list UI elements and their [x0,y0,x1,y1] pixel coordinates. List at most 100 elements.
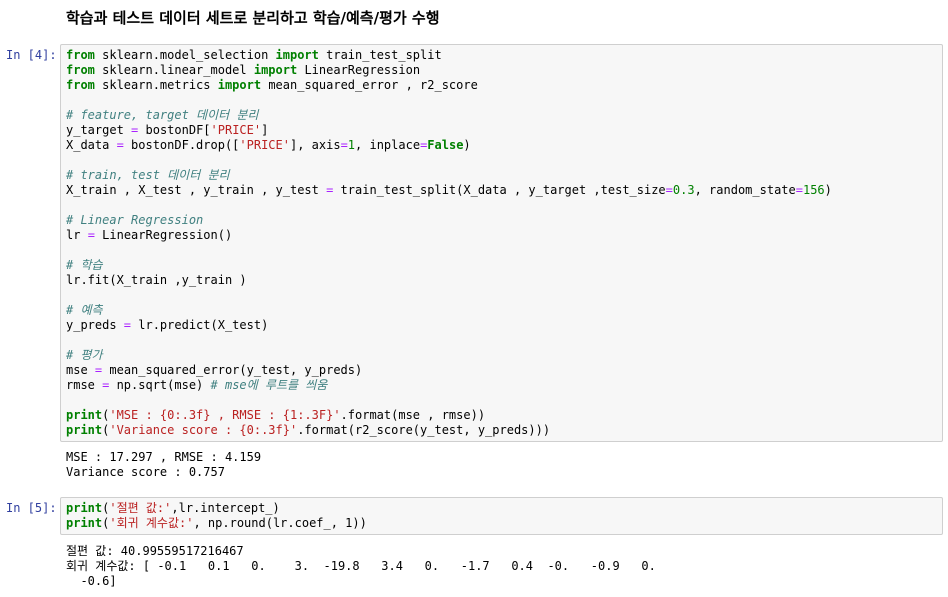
code-line: # train, test 데이터 분리 [66,168,937,183]
code-token: lr [66,228,88,242]
output-line: 절편 값: 40.99559517216467 [66,544,244,558]
code-token: mean_squared_error , r2_score [261,78,478,92]
code-token: from [66,63,95,77]
code-token: # 학습 [66,258,103,272]
code-line: mse = mean_squared_error(y_test, y_preds… [66,363,937,378]
code-token: sklearn.linear_model [94,63,254,77]
code-token: # Linear Regression [66,213,204,227]
code-line: y_preds = lr.predict(X_test) [66,318,937,333]
code-token: X_train , X_test , y_train , y_test [66,183,327,197]
code-token: 1 [347,138,356,152]
code-line: # 평가 [66,348,937,363]
code-line: y_target = bostonDF['PRICE'] [66,123,937,138]
code-token: X_data [66,138,117,152]
code-token: '절편 값:' [109,501,172,515]
code-token: = [340,138,348,152]
code-token: # 평가 [66,348,103,362]
code-line: # 예측 [66,303,937,318]
code-token: mean_squared_error(y_test, y_preds) [102,363,363,377]
code-line: X_data = bostonDF.drop(['PRICE'], axis=1… [66,138,937,153]
code-token: 0.3 [672,183,695,197]
code-token: bostonDF.drop([ [123,138,240,152]
code-token: import [217,78,262,92]
code-token: .format(r2_score(y_test, y_preds))) [297,423,551,437]
code-token: , random_state [694,183,796,197]
code-token: 'PRICE' [239,138,290,152]
code-token: # 예측 [66,303,103,317]
code-line: print('MSE : {0:.3f} , RMSE : {1:.3F}'.f… [66,408,937,423]
code-line: from sklearn.linear_model import LinearR… [66,63,937,78]
output-line: 회귀 계수값: [ -0.1 0.1 0. 3. -19.8 3.4 0. -1… [66,559,656,573]
code-token: ) [463,138,471,152]
code-token: 'Variance score : {0:.3f}' [109,423,298,437]
cell-5-output: 절편 값: 40.99559517216467 회귀 계수값: [ -0.1 0.… [66,544,656,589]
code-token: = [116,138,124,152]
code-token: import [253,63,298,77]
cell-4-output: MSE : 17.297 , RMSE : 4.159 Variance scor… [66,450,261,480]
code-token: rmse [66,378,103,392]
code-token: = [87,228,95,242]
code-line: # feature, target 데이터 분리 [66,108,937,123]
code-line: print('절편 값:',lr.intercept_) [66,501,937,516]
code-token: ,lr.intercept_) [171,501,280,515]
code-token: 'PRICE' [210,123,262,137]
code-token: mse [66,363,95,377]
code-token: 156 [802,183,825,197]
code-token: LinearRegression [297,63,421,77]
code-line: rmse = np.sqrt(mse) # mse에 루트를 씌움 [66,378,937,393]
code-line: from sklearn.metrics import mean_squared… [66,78,937,93]
code-line: from sklearn.model_selection import trai… [66,48,937,63]
output-line: -0.6] [66,574,117,588]
markdown-heading: 학습과 테스트 데이터 세트로 분리하고 학습/예측/평가 수행 [66,9,440,27]
code-line: print('회귀 계수값:', np.round(lr.coef_, 1)) [66,516,937,531]
code-token: , np.round(lr.coef_, 1)) [193,516,367,530]
code-token: from [66,48,95,62]
code-token: = [123,318,132,332]
code-token: ], axis [289,138,341,152]
code-line: # Linear Regression [66,213,937,228]
code-token: train_test_split [318,48,442,62]
code-token: print [66,516,103,530]
code-token: y_target [66,123,132,137]
code-token: ] [261,123,269,137]
code-token: train_test_split(X_data , y_target ,test… [333,183,666,197]
code-token: sklearn.metrics [94,78,218,92]
code-token: , inplace [355,138,421,152]
code-token: print [66,501,103,515]
code-token: .format(mse , rmse)) [340,408,486,422]
code-token: = [665,183,673,197]
code-line: print('Variance score : {0:.3f}'.format(… [66,423,937,438]
code-token: # train, test 데이터 분리 [66,168,230,182]
code-token: y_preds [66,318,124,332]
code-token: bostonDF[ [138,123,211,137]
code-token: 'MSE : {0:.3f} , RMSE : {1:.3F}' [109,408,341,422]
code-token: lr.fit(X_train ,y_train ) [66,273,247,287]
code-token: sklearn.model_selection [94,48,276,62]
code-token: = [795,183,803,197]
cell-4-input[interactable]: from sklearn.model_selection import trai… [60,44,943,442]
code-line: # 학습 [66,258,937,273]
code-token: from [66,78,95,92]
code-token: False [427,138,464,152]
code-token: lr.predict(X_test) [131,318,269,332]
code-token: print [66,423,103,437]
code-token: print [66,408,103,422]
code-token: # mse에 루트를 씌움 [210,378,328,392]
code-token: ) [824,183,832,197]
cell-5-prompt: In [5]: [6,501,57,515]
cell-4-prompt: In [4]: [6,48,57,62]
code-token: # feature, target 데이터 분리 [66,108,259,122]
output-line: MSE : 17.297 , RMSE : 4.159 [66,450,262,464]
code-line: lr = LinearRegression() [66,228,937,243]
output-line: Variance score : 0.757 [66,465,225,479]
code-line: X_train , X_test , y_train , y_test = tr… [66,183,937,198]
cell-5-input[interactable]: print('절편 값:',lr.intercept_) print('회귀 계수… [60,497,943,535]
code-line: lr.fit(X_train ,y_train ) [66,273,937,288]
